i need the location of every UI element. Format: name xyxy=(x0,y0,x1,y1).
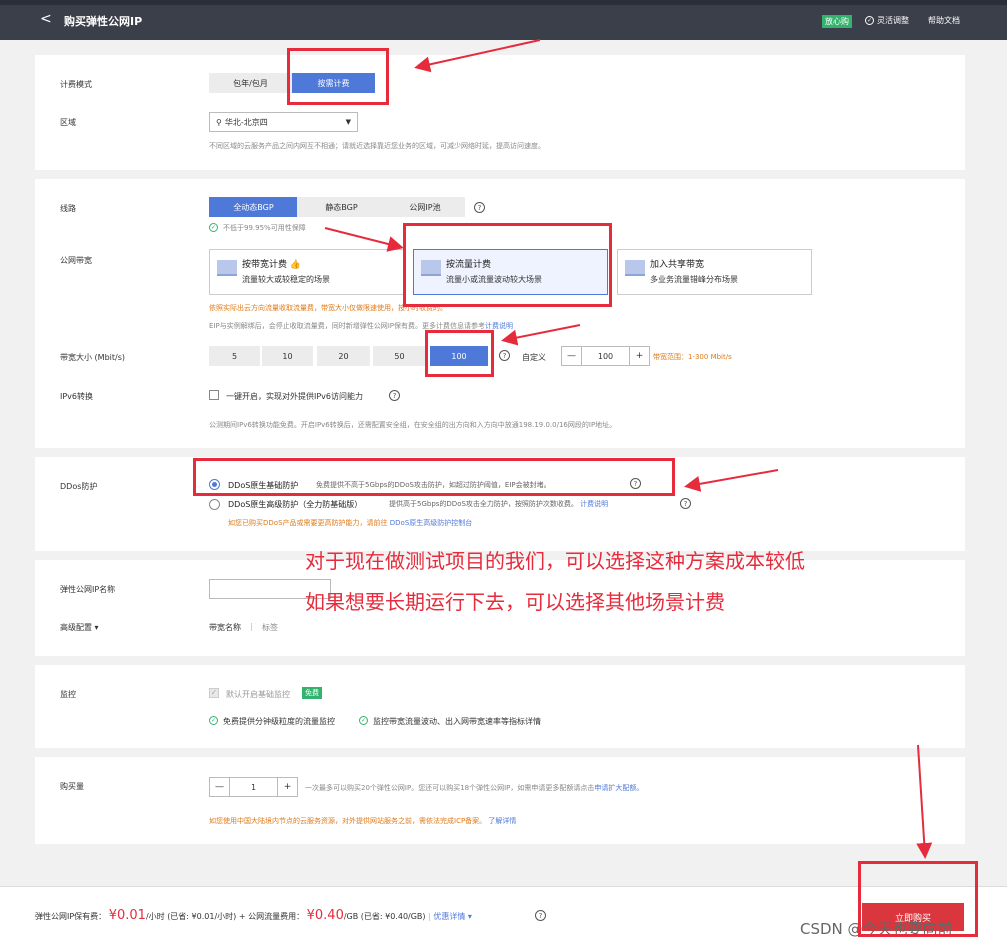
annotation-line-2: 如果想要长期运行下去，可以选择其他场景计费 xyxy=(305,590,725,614)
region-value: 华北-北京四 xyxy=(224,117,268,127)
location-pin-icon: ⚲ xyxy=(216,117,222,127)
top-bar xyxy=(0,0,1007,40)
flexible-adjust-link[interactable]: 灵活调整 xyxy=(877,15,909,26)
help-question-icon[interactable]: ? xyxy=(499,350,510,361)
check-circle-icon: ✓ xyxy=(209,223,218,232)
bandwidth-stepper[interactable]: — 100 + xyxy=(561,346,650,366)
plus-icon[interactable]: + xyxy=(629,347,649,365)
chevron-down-icon: ▾ xyxy=(94,623,99,632)
flow-fee-price: ¥0.40 xyxy=(306,908,344,923)
chevron-down-icon: ▼ xyxy=(345,118,351,126)
ipv6-hint: 公测期间IPv6转换功能免费。开启IPv6转换后，还需配置安全组，在安全组的出方… xyxy=(209,421,617,429)
card-desc: 多业务流量错峰分布场景 xyxy=(650,275,738,284)
top-strip xyxy=(0,0,1007,5)
billing-card xyxy=(35,55,965,170)
bandwidth-range: 带宽范围：1-300 Mbit/s xyxy=(653,353,732,361)
advanced-config-toggle[interactable]: 高级配置 ▾ xyxy=(60,622,99,633)
annotation-box-traffic xyxy=(403,223,612,307)
ipv6-check-label: 一键开启，实现对外提供IPv6访问能力 xyxy=(226,392,364,401)
annotation-box-buy xyxy=(858,861,978,937)
free-badge: 免费 xyxy=(302,687,322,699)
quantity-card xyxy=(35,757,965,844)
advanced-tab-tags[interactable]: 标签 xyxy=(262,622,278,633)
line-static-bgp-button[interactable]: 静态BGP xyxy=(297,197,386,217)
icp-detail-link[interactable]: 了解详情 xyxy=(488,817,516,825)
help-question-icon[interactable]: ? xyxy=(389,390,400,401)
card-title: 加入共享带宽 xyxy=(650,260,705,270)
icp-note: 如您使用中国大陆境内节点的云服务资源，对外提供网站服务之前，需依法完成ICP备案… xyxy=(209,817,517,825)
quantity-label: 购买量 xyxy=(60,782,84,791)
reassure-badge: 放心购 xyxy=(822,15,852,28)
eip-name-label: 弹性公网IP名称 xyxy=(60,585,116,594)
line-label: 线路 xyxy=(60,204,76,213)
bandwidth-shared-card[interactable]: 加入共享带宽 多业务流量错峰分布场景 xyxy=(617,249,812,295)
monitor-feature-2: 监控带宽流量波动、出入网带宽速率等指标详情 xyxy=(373,717,541,726)
size-20-button[interactable]: 20 xyxy=(317,346,370,366)
ddos-advanced-label: DDoS原生高级防护（全力防基础版） xyxy=(228,500,363,509)
bandwidth-value[interactable]: 100 xyxy=(582,347,629,365)
size-50-button[interactable]: 50 xyxy=(373,346,426,366)
quantity-value[interactable]: 1 xyxy=(230,778,277,796)
card-title: 按带宽计费 👍 xyxy=(242,260,302,270)
ddos-billing-link[interactable]: 计费说明 xyxy=(580,500,608,508)
check-circle-icon: ✓ xyxy=(865,16,874,25)
card-desc: 流量较大或较稳定的场景 xyxy=(242,275,330,284)
bandwidth-size-label: 带宽大小 (Mbit/s) xyxy=(60,353,125,362)
monitor-label: 监控 xyxy=(60,690,76,699)
apply-quota-link[interactable]: 申请扩大配额。 xyxy=(594,784,643,792)
region-hint: 不同区域的云服务产品之间内网互不相通；请就近选择靠近您业务的区域，可减少网络时延… xyxy=(209,142,545,150)
thumbs-up-icon: 👍 xyxy=(289,260,302,270)
network-card xyxy=(35,179,965,448)
tab-separator: | xyxy=(250,622,253,631)
billing-yearly-button[interactable]: 包年/包月 xyxy=(209,73,292,93)
ddos-advanced-desc: 提供高于5Gbps的DDoS攻击全力防护，按照防护次数收费。 计费说明 xyxy=(389,500,609,508)
ddos-console-link[interactable]: DDoS原生高级防护控制台 xyxy=(390,519,473,527)
price-summary: 弹性公网IP保有费： ¥0.01/小时 (已省: ¥0.01/小时) + 公网流… xyxy=(35,908,472,923)
check-circle-icon: ✓ xyxy=(209,716,218,725)
check-circle-icon: ✓ xyxy=(359,716,368,725)
page-title: 购买弹性公网IP xyxy=(64,15,143,28)
shared-bandwidth-icon xyxy=(625,260,645,276)
annotation-line-1: 对于现在做测试项目的我们，可以选择这种方案成本较低 xyxy=(305,549,805,573)
help-question-icon[interactable]: ? xyxy=(474,202,485,213)
annotation-box-billing xyxy=(287,48,389,105)
custom-label: 自定义 xyxy=(522,353,546,362)
monitor-card xyxy=(35,665,965,748)
bandwidth-chart-icon xyxy=(217,260,237,276)
ipv6-label: IPv6转换 xyxy=(60,392,94,401)
bandwidth-by-bandwidth-card[interactable]: 按带宽计费 👍 流量较大或较稳定的场景 xyxy=(209,249,406,295)
monitor-feature-1: 免费提供分钟级粒度的流量监控 xyxy=(223,717,335,726)
line-dynamic-bgp-button[interactable]: 全动态BGP xyxy=(209,197,298,217)
quantity-note: 一次最多可以购买20个弹性公网IP。您还可以购买18个弹性公网IP，如需申请更多… xyxy=(305,784,644,792)
discount-details-link[interactable]: 优惠详情 ▾ xyxy=(433,912,472,921)
size-10-button[interactable]: 10 xyxy=(262,346,313,366)
back-icon[interactable]: < xyxy=(40,11,52,27)
line-ip-pool-button[interactable]: 公网IP池 xyxy=(385,197,465,217)
ddos-note: 如您已购买DDoS产品或需要更高防护能力，请前往 DDoS原生高级防护控制台 xyxy=(228,519,473,527)
region-select[interactable]: ⚲ 华北-北京四 ▼ xyxy=(209,112,358,132)
help-question-icon[interactable]: ? xyxy=(680,498,691,509)
ipv6-checkbox[interactable] xyxy=(209,390,219,400)
quantity-stepper[interactable]: — 1 + xyxy=(209,777,298,797)
monitor-check-label: 默认开启基础监控 xyxy=(226,690,290,699)
minus-icon[interactable]: — xyxy=(562,347,582,365)
ddos-advanced-radio[interactable] xyxy=(209,499,220,510)
ddos-label: DDos防护 xyxy=(60,482,98,491)
advanced-tab-bandwidth-name[interactable]: 带宽名称 xyxy=(209,622,241,633)
help-question-icon[interactable]: ? xyxy=(535,910,546,921)
help-docs-link[interactable]: 帮助文档 xyxy=(928,15,960,26)
annotation-box-size xyxy=(425,330,494,377)
minus-icon[interactable]: — xyxy=(210,778,230,796)
region-label: 区域 xyxy=(60,118,76,127)
monitor-checkbox: ✓ xyxy=(209,688,219,698)
bandwidth-label: 公网带宽 xyxy=(60,256,92,265)
size-5-button[interactable]: 5 xyxy=(209,346,260,366)
ip-fee-price: ¥0.01 xyxy=(108,908,146,923)
billing-info-link[interactable]: 计费说明 xyxy=(485,322,513,330)
plus-sign: + xyxy=(238,912,246,921)
plus-icon[interactable]: + xyxy=(277,778,297,796)
line-hint: 不低于99.95%可用性保障 xyxy=(223,224,306,232)
billing-label: 计费模式 xyxy=(60,80,92,89)
annotation-box-ddos xyxy=(193,458,675,496)
